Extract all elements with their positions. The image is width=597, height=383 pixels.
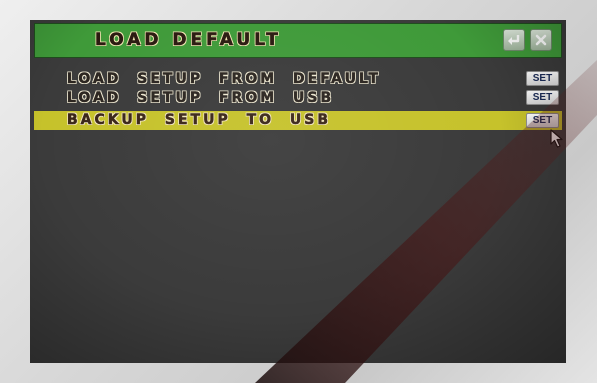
menu-item-load-setup-from-usb[interactable]: LOAD SETUP FROM USB SET bbox=[34, 90, 562, 106]
set-button-backup-usb[interactable]: SET bbox=[526, 113, 559, 128]
close-icon bbox=[535, 34, 547, 46]
osd-dialog: LOAD DEFAULT LOAD SETUP FROM DEFAULT SET… bbox=[30, 20, 566, 363]
menu-item-label: LOAD SETUP FROM USB bbox=[67, 90, 335, 107]
dialog-titlebar: LOAD DEFAULT bbox=[34, 23, 562, 58]
menu-item-load-setup-from-default[interactable]: LOAD SETUP FROM DEFAULT SET bbox=[34, 71, 562, 87]
close-button[interactable] bbox=[530, 29, 552, 51]
menu-item-label: LOAD SETUP FROM DEFAULT bbox=[67, 71, 382, 88]
dialog-title: LOAD DEFAULT bbox=[95, 30, 282, 51]
set-button-load-default[interactable]: SET bbox=[526, 71, 559, 86]
set-button-load-usb[interactable]: SET bbox=[526, 90, 559, 105]
enter-return-icon bbox=[508, 35, 520, 45]
enter-button[interactable] bbox=[503, 29, 525, 51]
menu-item-backup-setup-to-usb[interactable]: BACKUP SETUP TO USB SET bbox=[34, 111, 562, 130]
mouse-pointer-icon bbox=[550, 129, 563, 148]
menu-item-label: BACKUP SETUP TO USB bbox=[67, 112, 332, 129]
